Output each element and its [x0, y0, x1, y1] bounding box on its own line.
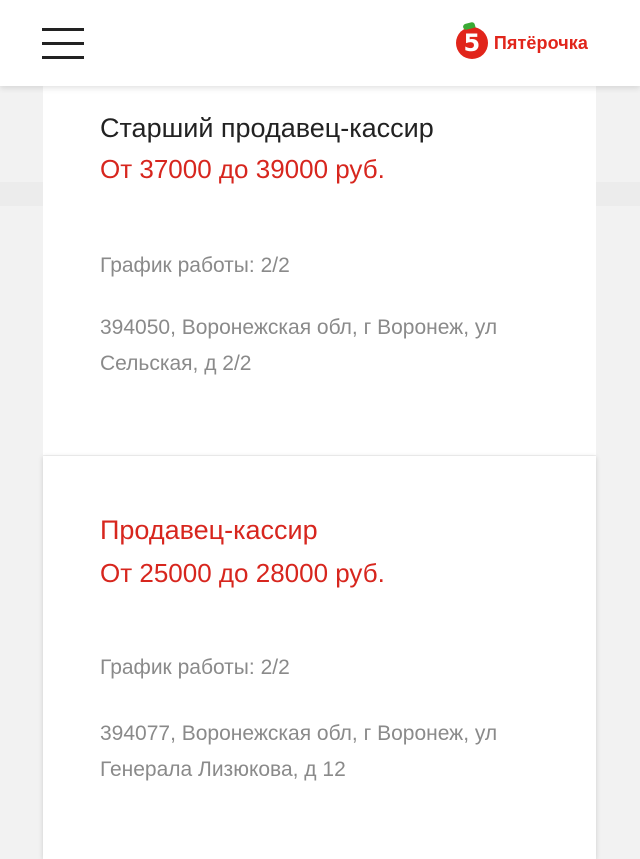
vacancy-schedule: График работы: 2/2 [100, 254, 290, 277]
vacancy-schedule: График работы: 2/2 [100, 656, 290, 679]
logo-wordmark: Пятёрочка [493, 32, 588, 53]
brand-logo[interactable]: 5 Пятёрочка [455, 21, 588, 59]
menu-line [42, 56, 84, 59]
top-app-bar: 5 Пятёрочка [0, 0, 640, 86]
vacancy-title[interactable]: Продавец-кассир [100, 512, 318, 548]
vacancy-address: 394050, Воронежская обл, г Воронеж, ул С… [100, 316, 498, 375]
menu-line [42, 28, 84, 31]
pyaterochka-logo-icon: 5 [455, 21, 488, 59]
vacancy-salary: От 37000 до 39000 руб. [100, 154, 385, 184]
menu-line [42, 42, 84, 45]
hamburger-menu-icon[interactable] [42, 25, 84, 61]
vacancy-title[interactable]: Старший продавец-кассир [100, 110, 434, 146]
vacancy-salary: От 25000 до 28000 руб. [100, 558, 385, 588]
vacancy-card[interactable]: Продавец-кассир От 25000 до 28000 руб. Г… [43, 456, 596, 859]
vacancy-card[interactable]: Старший продавец-кассир От 37000 до 3900… [43, 60, 596, 455]
logo-mark-digit: 5 [463, 28, 481, 57]
vacancy-address: 394077, Воронежская обл, г Воронеж, ул Г… [100, 722, 498, 781]
